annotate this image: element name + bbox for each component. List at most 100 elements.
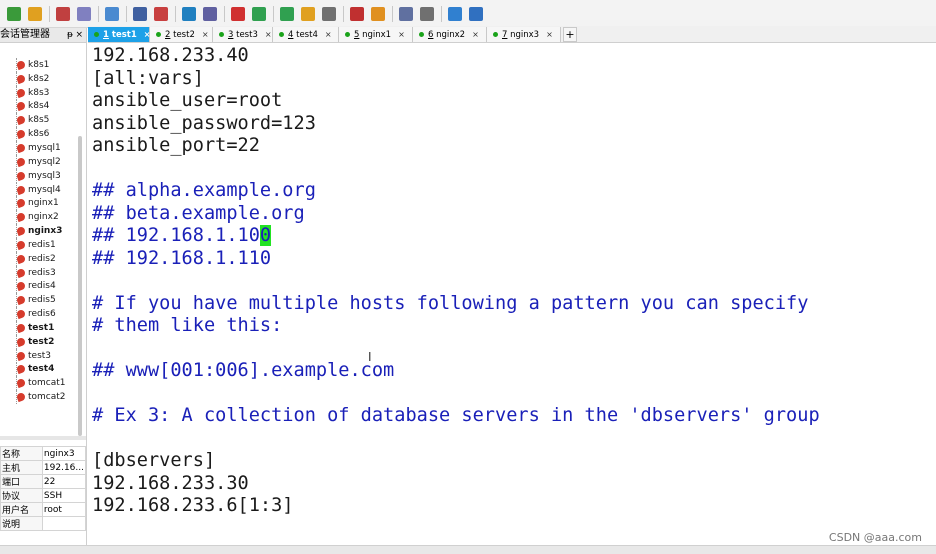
session-icon <box>15 184 27 195</box>
transfer-icon[interactable] <box>154 6 168 21</box>
session-item-mysql2[interactable]: mysql2 <box>0 154 77 169</box>
tab-3[interactable]: 4 test4 × <box>273 27 339 42</box>
session-label: k8s2 <box>28 73 50 84</box>
session-item-tomcat1[interactable]: tomcat1 <box>0 376 77 391</box>
terminal-line-text: 192.168.233.30 <box>92 472 249 494</box>
tree-guide-line <box>0 224 17 238</box>
globe-icon[interactable] <box>182 6 196 21</box>
tab-1[interactable]: 2 test2 × <box>150 27 213 42</box>
session-item-k8s3[interactable]: k8s3 <box>0 85 77 100</box>
session-item-redis3[interactable]: redis3 <box>0 265 77 280</box>
tab-2[interactable]: 3 test3 × <box>213 27 273 42</box>
session-item-redis6[interactable]: redis6 <box>0 307 77 321</box>
tab-label: test2 <box>170 29 195 40</box>
session-icon <box>15 212 27 223</box>
toolbar-separator <box>224 5 225 22</box>
session-tabbar: 1 test1 × 2 test2 × 3 test3 × 4 test4 × 5 nginx1… <box>88 26 936 43</box>
tab-6[interactable]: 7 nginx3 × <box>487 27 561 42</box>
session-item-k8s1[interactable]: k8s1 <box>0 58 77 72</box>
disconnect-icon[interactable] <box>77 6 91 21</box>
tab-close-button[interactable]: × <box>265 30 272 39</box>
session-item-k8s2[interactable]: k8s2 <box>0 71 77 86</box>
session-item-test1[interactable]: test1 <box>0 321 77 335</box>
session-icon <box>15 364 27 375</box>
session-item-mysql3[interactable]: mysql3 <box>0 168 77 183</box>
property-row: 用户名 root <box>0 502 87 517</box>
session-item-mysql4[interactable]: mysql4 <box>0 182 77 197</box>
toolbar-separator <box>98 5 99 22</box>
session-item-k8s5[interactable]: k8s5 <box>0 113 77 128</box>
session-manager-header: 会话管理器 ᵽ × <box>0 28 86 43</box>
tree-guide-line <box>0 348 17 363</box>
tree-guide-line <box>0 307 17 321</box>
lock-icon[interactable] <box>301 6 315 21</box>
session-item-nginx2[interactable]: nginx2 <box>0 210 77 224</box>
tab-5[interactable]: 6 nginx2 × <box>413 27 487 42</box>
session-item-redis4[interactable]: redis4 <box>0 279 77 294</box>
script-icon[interactable] <box>371 6 385 21</box>
tree-guide-line <box>0 182 17 197</box>
terminal-line-text: ## www[001:006].example.com <box>92 360 395 381</box>
terminal-line-text: ansible_port=22 <box>92 135 260 156</box>
new-session-icon[interactable] <box>7 6 21 21</box>
pen-icon[interactable] <box>350 6 364 21</box>
view-icon[interactable] <box>399 6 413 21</box>
terminal-line: [dbservers] <box>92 450 215 472</box>
property-value: root <box>41 502 87 517</box>
close-panel-button[interactable]: × <box>75 28 83 42</box>
terminal-output[interactable]: 192.168.233.40 [all:vars] ansible_user=roo… <box>88 43 936 544</box>
panel-splitter[interactable] <box>0 436 86 440</box>
tab-label: test4 <box>293 29 318 40</box>
chat-icon[interactable] <box>469 6 483 21</box>
tab-close-button[interactable]: × <box>325 30 332 39</box>
session-manager-panel: 会话管理器 ᵽ × k8s1 k8s2 k8s3 k8s4 k8s5 k8s6 mysql1… <box>0 28 87 553</box>
tree-guide-line <box>0 85 17 100</box>
session-item-redis5[interactable]: redis5 <box>0 293 77 308</box>
sidebar-scrollbar[interactable] <box>78 136 82 436</box>
connected-status-icon <box>279 32 284 37</box>
session-item-mysql1[interactable]: mysql1 <box>0 141 77 155</box>
open-folder-icon[interactable] <box>28 6 42 21</box>
font-icon[interactable] <box>203 6 217 21</box>
tab-0[interactable]: 1 test1 × <box>88 27 150 42</box>
find-icon[interactable] <box>133 6 147 21</box>
help-icon[interactable] <box>448 6 462 21</box>
session-item-k8s6[interactable]: k8s6 <box>0 127 77 141</box>
add-tab-button[interactable]: + <box>563 27 577 42</box>
session-item-k8s4[interactable]: k8s4 <box>0 99 77 114</box>
tab-4[interactable]: 5 nginx1 × <box>339 27 413 42</box>
terminal-line: ansible_password=123 <box>92 113 316 135</box>
connect-icon[interactable] <box>56 6 70 21</box>
session-item-test2[interactable]: test2 <box>0 334 77 349</box>
toolbar-separator <box>441 5 442 22</box>
session-item-redis2[interactable]: redis2 <box>0 251 77 266</box>
session-icon <box>15 170 27 181</box>
tab-close-button[interactable]: × <box>202 30 209 39</box>
session-item-test3[interactable]: test3 <box>0 348 77 363</box>
xftp-icon[interactable] <box>231 6 245 21</box>
session-item-nginx3[interactable]: nginx3 <box>0 224 77 238</box>
keyboard-icon[interactable] <box>322 6 336 21</box>
session-item-nginx1[interactable]: nginx1 <box>0 196 77 211</box>
session-item-test4[interactable]: test4 <box>0 362 77 377</box>
tab-close-button[interactable]: × <box>546 30 553 39</box>
tab-close-button[interactable]: × <box>472 30 479 39</box>
session-item-redis1[interactable]: redis1 <box>0 237 77 252</box>
tab-close-button[interactable]: × <box>398 30 405 39</box>
connected-status-icon <box>419 32 424 37</box>
pin-icon[interactable]: ᵽ <box>67 28 73 42</box>
toolbar-separator <box>392 5 393 22</box>
terminal-line: 192.168.233.6[1:3] <box>92 495 294 517</box>
property-key: 用户名 <box>0 502 43 517</box>
connected-status-icon <box>94 32 99 37</box>
settings-icon[interactable] <box>420 6 434 21</box>
session-label: nginx3 <box>28 226 63 237</box>
layout-icon[interactable] <box>105 6 119 21</box>
terminal-icon[interactable] <box>252 6 266 21</box>
session-item-tomcat2[interactable]: tomcat2 <box>0 390 77 404</box>
terminal-line: # Ex 3: A collection of database servers… <box>92 405 820 427</box>
session-icon <box>15 239 27 251</box>
watermark: CSDN @aaa.com <box>828 531 922 544</box>
tree-guide-line <box>0 99 17 114</box>
fullscreen-icon[interactable] <box>280 6 294 21</box>
